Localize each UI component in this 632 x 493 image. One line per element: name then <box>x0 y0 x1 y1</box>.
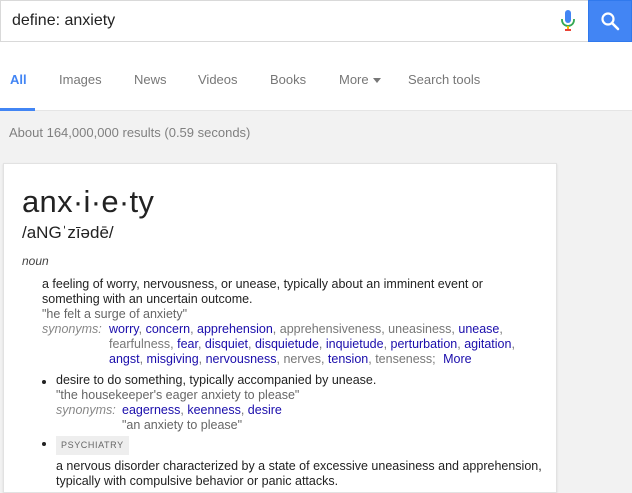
sense-example: "the housekeeper's eager anxiety to plea… <box>56 388 300 402</box>
synonym-apprehension[interactable]: apprehension <box>197 322 273 336</box>
sense-text: desire to do something, typically accomp… <box>56 373 377 387</box>
synonym-fear[interactable]: fear <box>177 337 198 351</box>
microphone-icon[interactable] <box>557 9 579 33</box>
synonym-worry[interactable]: worry <box>109 322 139 336</box>
synonyms-label: synonyms: <box>56 403 116 417</box>
dictionary-word: anx·i·e·ty <box>22 184 155 219</box>
tab-news[interactable]: News <box>134 48 167 110</box>
synonym-concern[interactable]: concern <box>146 322 190 336</box>
tab-all[interactable]: All <box>0 48 35 111</box>
tab-more[interactable]: More <box>339 48 381 110</box>
definition-sense-3: PSYCHIATRY a nervous disorder characteri… <box>56 436 546 489</box>
definition-sense-1: a feeling of worry, nervousness, or unea… <box>42 277 542 367</box>
synonym-nerves: nerves <box>283 352 321 366</box>
synonym-eagerness[interactable]: eagerness <box>122 403 180 417</box>
phonetic-spelling: /aNGˈzīədē/ <box>22 223 114 242</box>
tab-search-tools[interactable]: Search tools <box>408 48 480 110</box>
sense-text: a feeling of worry, nervousness, or unea… <box>42 277 483 306</box>
synonyms-row: synonyms: worry, concern, apprehension, … <box>42 322 542 367</box>
synonym-uneasiness: uneasiness <box>388 322 452 336</box>
synonym-agitation[interactable]: agitation <box>464 337 511 351</box>
dictionary-card: anx·i·e·ty /aNGˈzīədē/ noun a feeling of… <box>3 163 557 493</box>
synonym-fearfulness: fearfulness <box>109 337 171 351</box>
synonyms-row: synonyms: eagerness, keenness, desire <box>56 403 536 418</box>
synonym-desire[interactable]: desire <box>248 403 282 417</box>
definition-sense-2: desire to do something, typically accomp… <box>56 373 536 433</box>
synonym-apprehensiveness: apprehensiveness <box>279 322 382 336</box>
synonym-disquiet[interactable]: disquiet <box>205 337 248 351</box>
synonym-example: "an anxiety to please" <box>122 418 243 432</box>
search-icon <box>601 12 620 31</box>
search-input[interactable] <box>0 0 588 42</box>
tab-books[interactable]: Books <box>270 48 306 110</box>
part-of-speech: noun <box>22 254 49 268</box>
synonym-angst[interactable]: angst <box>109 352 140 366</box>
synonym-misgiving[interactable]: misgiving <box>147 352 199 366</box>
domain-label-badge: PSYCHIATRY <box>56 436 129 455</box>
search-button[interactable] <box>588 0 632 42</box>
search-bar <box>0 0 632 48</box>
synonym-tension[interactable]: tension <box>328 352 368 366</box>
synonym-tenseness: tenseness <box>375 352 433 366</box>
sense-text: a nervous disorder characterized by a st… <box>56 459 542 488</box>
synonyms-label: synonyms: <box>42 322 102 336</box>
sense-example: "he felt a surge of anxiety" <box>42 307 188 321</box>
synonyms-list: worry, concern, apprehension, apprehensi… <box>109 322 515 366</box>
synonyms-list: eagerness, keenness, desire <box>122 403 282 417</box>
synonym-unease[interactable]: unease <box>458 322 499 336</box>
bullet-icon <box>42 442 46 446</box>
synonym-disquietude[interactable]: disquietude <box>255 337 319 351</box>
tab-more-label: More <box>339 72 369 87</box>
more-synonyms-link[interactable]: More <box>440 352 471 366</box>
tab-videos[interactable]: Videos <box>198 48 238 110</box>
bullet-icon <box>42 380 46 384</box>
synonym-keenness[interactable]: keenness <box>187 403 241 417</box>
search-tabs: All Images News Videos Books More Search… <box>0 48 632 111</box>
synonym-perturbation[interactable]: perturbation <box>391 337 458 351</box>
tab-images[interactable]: Images <box>59 48 102 110</box>
synonym-inquietude[interactable]: inquietude <box>326 337 384 351</box>
result-stats: About 164,000,000 results (0.59 seconds) <box>9 125 251 140</box>
synonym-nervousness[interactable]: nervousness <box>206 352 277 366</box>
caret-down-icon <box>372 78 381 84</box>
